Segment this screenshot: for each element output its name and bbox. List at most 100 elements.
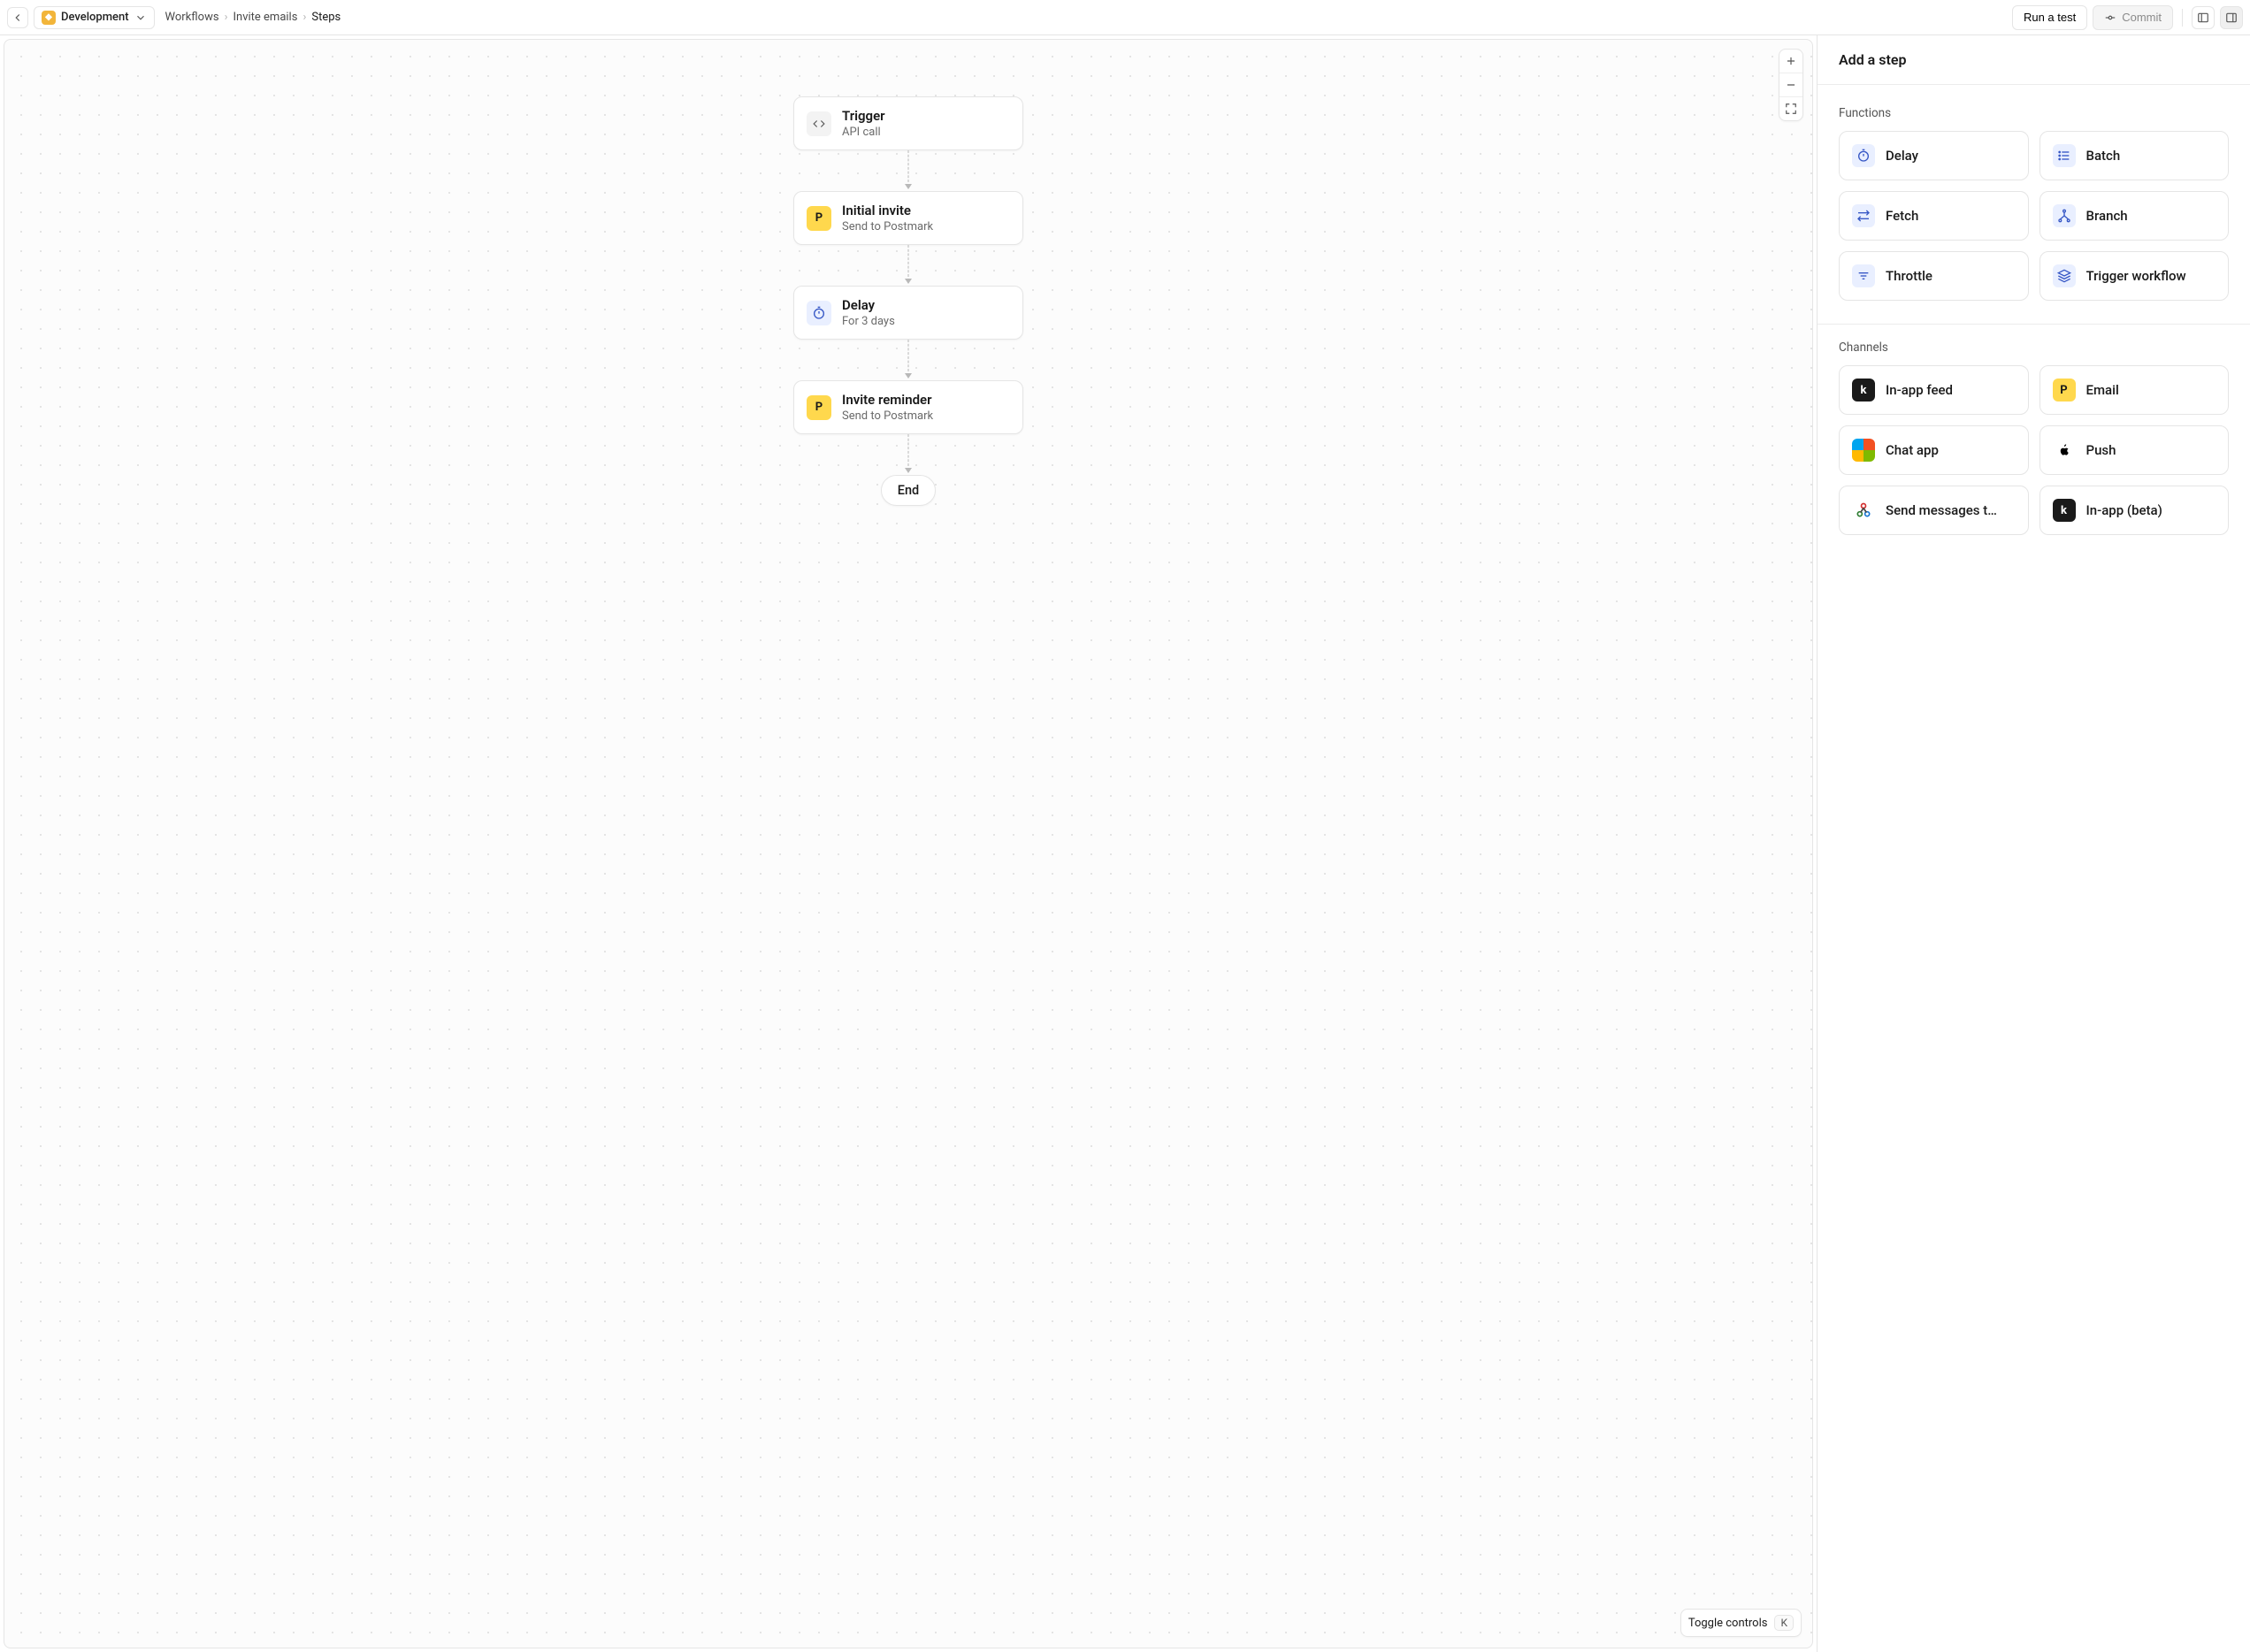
edge (907, 434, 909, 475)
panel-header: Add a step (1818, 35, 2250, 85)
chevron-left-icon (11, 11, 24, 24)
back-button[interactable] (7, 7, 28, 28)
channel-label: Chat app (1886, 442, 1939, 458)
panel-right-icon (2225, 11, 2238, 24)
node-invite-reminder[interactable]: P Invite reminder Send to Postmark (793, 380, 1023, 434)
panel-title: Add a step (1839, 51, 2229, 68)
commit-label: Commit (2122, 11, 2162, 24)
panel-left-icon (2197, 11, 2209, 24)
edge (907, 150, 909, 191)
node-delay[interactable]: Delay For 3 days (793, 286, 1023, 340)
step-delay[interactable]: Delay (1839, 131, 2029, 180)
breadcrumbs: Workflows › Invite emails › Steps (165, 11, 341, 24)
branch-icon (2053, 204, 2076, 227)
api-icon (813, 118, 825, 130)
channel-webhook[interactable]: Send messages t… (1839, 486, 2029, 535)
channel-in-app-beta[interactable]: k In-app (beta) (2040, 486, 2230, 535)
workflow-flow: Trigger API call P Initial invite Send t… (793, 96, 1023, 506)
breadcrumb-current[interactable]: Steps (311, 11, 341, 24)
zoom-controls (1779, 49, 1803, 121)
zoom-out-button[interactable] (1779, 73, 1802, 96)
section-channels-label: Channels (1839, 340, 2229, 355)
node-initial-invite[interactable]: P Initial invite Send to Postmark (793, 191, 1023, 245)
step-batch[interactable]: Batch (2040, 131, 2230, 180)
node-title: Invite reminder (842, 392, 933, 408)
edge (907, 245, 909, 286)
edge (907, 340, 909, 380)
minus-icon (1785, 79, 1797, 91)
layers-icon (2053, 264, 2076, 287)
step-label: Throttle (1886, 268, 1932, 284)
functions-grid: Delay Batch Fetch (1839, 131, 2229, 301)
channel-label: Send messages t… (1886, 502, 1997, 518)
webhook-icon (1852, 499, 1875, 522)
node-title: Delay (842, 297, 895, 313)
list-icon (2053, 144, 2076, 167)
node-title: Initial invite (842, 203, 933, 218)
channel-label: In-app feed (1886, 382, 1953, 398)
divider (2182, 9, 2183, 27)
step-branch[interactable]: Branch (2040, 191, 2230, 241)
environment-label: Development (61, 11, 129, 24)
stopwatch-icon (812, 306, 826, 320)
apple-icon (2053, 439, 2076, 462)
swap-icon (1852, 204, 1875, 227)
environment-selector[interactable]: ◆ Development (34, 6, 155, 29)
channel-push[interactable]: Push (2040, 425, 2230, 475)
run-test-button[interactable]: Run a test (2012, 5, 2087, 30)
right-panel-toggle[interactable] (2220, 6, 2243, 29)
step-label: Branch (2086, 208, 2128, 224)
toggle-controls[interactable]: Toggle controls K (1680, 1609, 1802, 1637)
zoom-in-button[interactable] (1779, 50, 1802, 73)
plus-icon (1785, 55, 1797, 67)
timer-icon (807, 301, 831, 325)
breadcrumb-workflows[interactable]: Workflows (165, 11, 219, 24)
commit-button[interactable]: Commit (2093, 5, 2173, 30)
section-divider (1818, 324, 2250, 325)
code-icon (807, 111, 831, 136)
node-title: Trigger (842, 108, 885, 124)
zoom-fit-button[interactable] (1779, 96, 1802, 120)
left-panel-toggle[interactable] (2192, 6, 2215, 29)
channel-label: Email (2086, 382, 2119, 398)
step-label: Batch (2086, 148, 2121, 164)
channel-label: Push (2086, 442, 2116, 458)
node-subtitle: API call (842, 126, 885, 139)
workflow-canvas[interactable]: Trigger API call P Initial invite Send t… (4, 39, 1813, 1648)
top-bar: ◆ Development Workflows › Invite emails … (0, 0, 2250, 35)
step-label: Fetch (1886, 208, 1918, 224)
knock-icon: k (1852, 379, 1875, 402)
step-trigger-workflow[interactable]: Trigger workflow (2040, 251, 2230, 301)
toggle-controls-key: K (1774, 1615, 1794, 1631)
breadcrumb-workflow-name[interactable]: Invite emails (233, 11, 297, 24)
slack-icon (1852, 439, 1875, 462)
channel-in-app-feed[interactable]: k In-app feed (1839, 365, 2029, 415)
add-step-panel: Add a step Functions Delay Batch (1817, 35, 2250, 1652)
breadcrumb-separator: › (302, 11, 306, 24)
step-label: Trigger workflow (2086, 268, 2186, 284)
commit-icon (2104, 11, 2116, 24)
node-trigger[interactable]: Trigger API call (793, 96, 1023, 150)
step-fetch[interactable]: Fetch (1839, 191, 2029, 241)
toggle-controls-label: Toggle controls (1688, 1617, 1768, 1630)
channel-chat-app[interactable]: Chat app (1839, 425, 2029, 475)
postmark-icon: P (807, 206, 831, 231)
chevron-down-icon (134, 11, 147, 24)
filter-icon (1852, 264, 1875, 287)
postmark-icon: P (2053, 379, 2076, 402)
channel-email[interactable]: P Email (2040, 365, 2230, 415)
postmark-icon: P (807, 395, 831, 420)
node-subtitle: Send to Postmark (842, 409, 933, 423)
channels-grid: k In-app feed P Email Chat app Push (1839, 365, 2229, 535)
channel-label: In-app (beta) (2086, 502, 2162, 518)
node-subtitle: For 3 days (842, 315, 895, 328)
node-subtitle: Send to Postmark (842, 220, 933, 233)
timer-icon (1852, 144, 1875, 167)
step-throttle[interactable]: Throttle (1839, 251, 2029, 301)
section-functions-label: Functions (1839, 106, 2229, 120)
knock-icon: k (2053, 499, 2076, 522)
breadcrumb-separator: › (225, 11, 228, 24)
environment-icon: ◆ (42, 11, 56, 25)
expand-icon (1785, 103, 1797, 115)
node-end[interactable]: End (881, 475, 936, 506)
